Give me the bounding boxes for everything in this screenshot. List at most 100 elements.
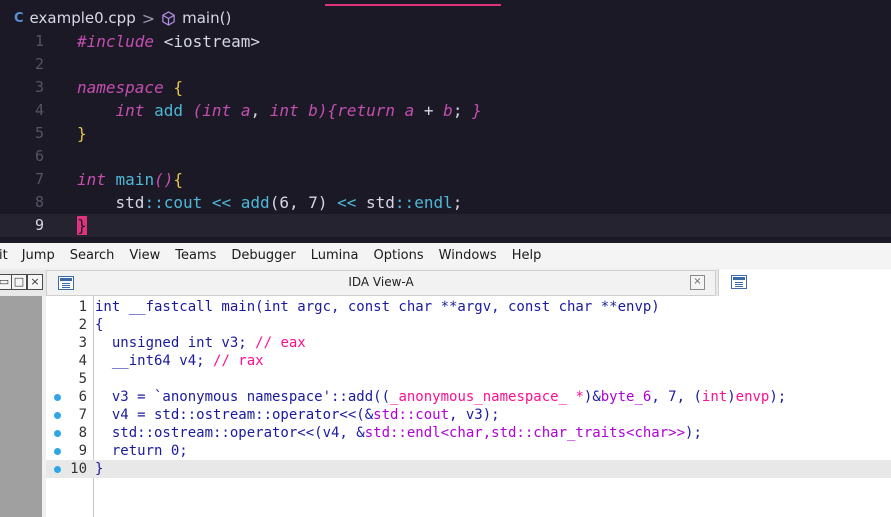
code-token: std: [356, 193, 395, 212]
code-token: <iostream>: [154, 32, 261, 51]
menu-item-view[interactable]: View: [129, 248, 160, 263]
code-token: (: [192, 101, 203, 120]
editor-line[interactable]: 4 int add (int a, int b){return a + b; }: [0, 99, 891, 122]
pseudocode-line[interactable]: 9 return 0;: [46, 442, 891, 460]
code-editor[interactable]: C example0.cpp > main() 1 #include <iostr…: [0, 0, 891, 243]
code-token: );: [685, 425, 702, 441]
code-token: int: [701, 389, 728, 405]
pseudocode-line[interactable]: 1 int __fastcall main(int argc, const cha…: [46, 298, 891, 316]
editor-line[interactable]: 3 namespace {: [0, 76, 891, 99]
code-token: _anonymous_namespace_ *: [390, 389, 584, 405]
menu-item-teams[interactable]: Teams: [175, 248, 216, 263]
line-source: std::ostream::operator<<(v4, &std::endl<…: [95, 424, 702, 442]
code-token: {: [95, 317, 104, 333]
tab-secondary[interactable]: [718, 269, 891, 296]
code-token: v4 = std::ostream::operator<<(&: [95, 407, 374, 423]
code-token: std::ostream::operator<<(v4, &: [95, 425, 365, 441]
code-token: ): [727, 389, 736, 405]
tab-ida-view-a[interactable]: IDA View-A: [46, 270, 716, 296]
breadcrumb-file[interactable]: example0.cpp: [30, 9, 136, 27]
code-token: int: [77, 170, 106, 189]
menu-item-help[interactable]: Help: [512, 248, 542, 263]
line-code: int main(){: [77, 168, 183, 191]
editor-line[interactable]: 8 std::cout << add(6, 7) << std::endl;: [0, 191, 891, 214]
line-code: namespace {: [77, 76, 183, 99]
pseudocode-view[interactable]: 1 int __fastcall main(int argc, const cha…: [46, 296, 891, 517]
code-token: unsigned int v3;: [95, 335, 256, 351]
line-source: unsigned int v3; // eax: [95, 334, 306, 352]
maximize-button[interactable]: □: [11, 274, 27, 290]
editor-line[interactable]: 9}: [0, 214, 891, 237]
tab-title: IDA View-A: [348, 275, 414, 289]
breadcrumb-symbol[interactable]: main(): [182, 9, 231, 27]
code-token: , 7, (: [651, 389, 702, 405]
pseudocode-line[interactable]: 3 unsigned int v3; // eax: [46, 334, 891, 352]
line-code: }: [77, 214, 87, 237]
code-token: }: [77, 124, 87, 143]
close-window-button[interactable]: ×: [27, 274, 43, 290]
code-token: {: [173, 170, 183, 189]
line-source: v3 = `anonymous namespace'::add((_anonym…: [95, 388, 786, 406]
menu-item-jump[interactable]: Jump: [22, 248, 55, 263]
code-token: ,: [250, 101, 270, 120]
pseudocode-line[interactable]: 4 __int64 v4; // rax: [46, 352, 891, 370]
code-token: }: [95, 461, 104, 477]
line-number: 1: [34, 32, 44, 50]
code-token: std::endl<char,std::char_traits<char>>: [364, 425, 686, 441]
editor-line[interactable]: 2: [0, 53, 891, 76]
pseudocode-line[interactable]: 8 std::ostream::operator<<(v4, &std::end…: [46, 424, 891, 442]
menu-item-it[interactable]: it: [0, 248, 8, 263]
view-icon: [731, 275, 747, 289]
line-source: __int64 v4; // rax: [95, 352, 264, 370]
editor-lines[interactable]: 1 #include <iostream> 2 3 namespace {4 int a…: [0, 30, 891, 237]
line-number: 6: [78, 389, 87, 405]
code-token: return: [337, 101, 395, 120]
line-number: 4: [34, 101, 44, 119]
line-source: v4 = std::ostream::operator<<(&std::cout…: [95, 406, 500, 424]
pseudocode-line[interactable]: 6 v3 = `anonymous namespace'::add((_anon…: [46, 388, 891, 406]
code-token: __int64 v4;: [95, 353, 214, 369]
editor-line[interactable]: 1 #include <iostream>: [0, 30, 891, 53]
tab-indicator: [325, 4, 501, 6]
line-number: 8: [34, 193, 44, 211]
menu-item-lumina[interactable]: Lumina: [311, 248, 359, 263]
code-token: (6, 7): [269, 193, 338, 212]
cpp-file-icon: C: [14, 10, 24, 26]
tab-close-button[interactable]: ×: [690, 275, 705, 290]
code-token: envp: [735, 389, 770, 405]
code-token: endl: [414, 193, 453, 212]
code-token: ;: [452, 193, 463, 212]
menu-item-options[interactable]: Options: [373, 248, 423, 263]
pseudocode-line[interactable]: 7 v4 = std::ostream::operator<<(&std::co…: [46, 406, 891, 424]
line-code: #include <iostream>: [77, 30, 260, 53]
code-token: <<: [337, 193, 357, 212]
line-number: 3: [78, 335, 87, 351]
editor-line[interactable]: 6: [0, 145, 891, 168]
code-token: // eax: [255, 335, 306, 351]
pseudocode-line[interactable]: 2{: [46, 316, 891, 334]
menu-item-windows[interactable]: Windows: [439, 248, 497, 263]
code-token: ::: [144, 193, 164, 212]
menu-item-debugger[interactable]: Debugger: [231, 248, 295, 263]
editor-line[interactable]: 7 int main(){: [0, 168, 891, 191]
pseudocode-line[interactable]: 5: [46, 370, 891, 388]
line-number: 4: [78, 353, 87, 369]
pseudocode-line[interactable]: 10}: [46, 460, 891, 478]
code-token: std: [77, 193, 145, 212]
menu-bar: it Jump Search View Teams Debugger Lumina Optio…: [0, 243, 891, 268]
code-token: cout: [163, 193, 203, 212]
menu-item-search[interactable]: Search: [70, 248, 115, 263]
code-token: ::: [394, 193, 415, 212]
code-token: (): [154, 170, 174, 189]
editor-line[interactable]: 5}: [0, 122, 891, 145]
code-token: a: [404, 101, 415, 120]
code-token: b: [308, 101, 318, 120]
code-token: ): [317, 101, 328, 120]
line-source: {: [95, 316, 103, 334]
line-number: 7: [34, 170, 44, 188]
